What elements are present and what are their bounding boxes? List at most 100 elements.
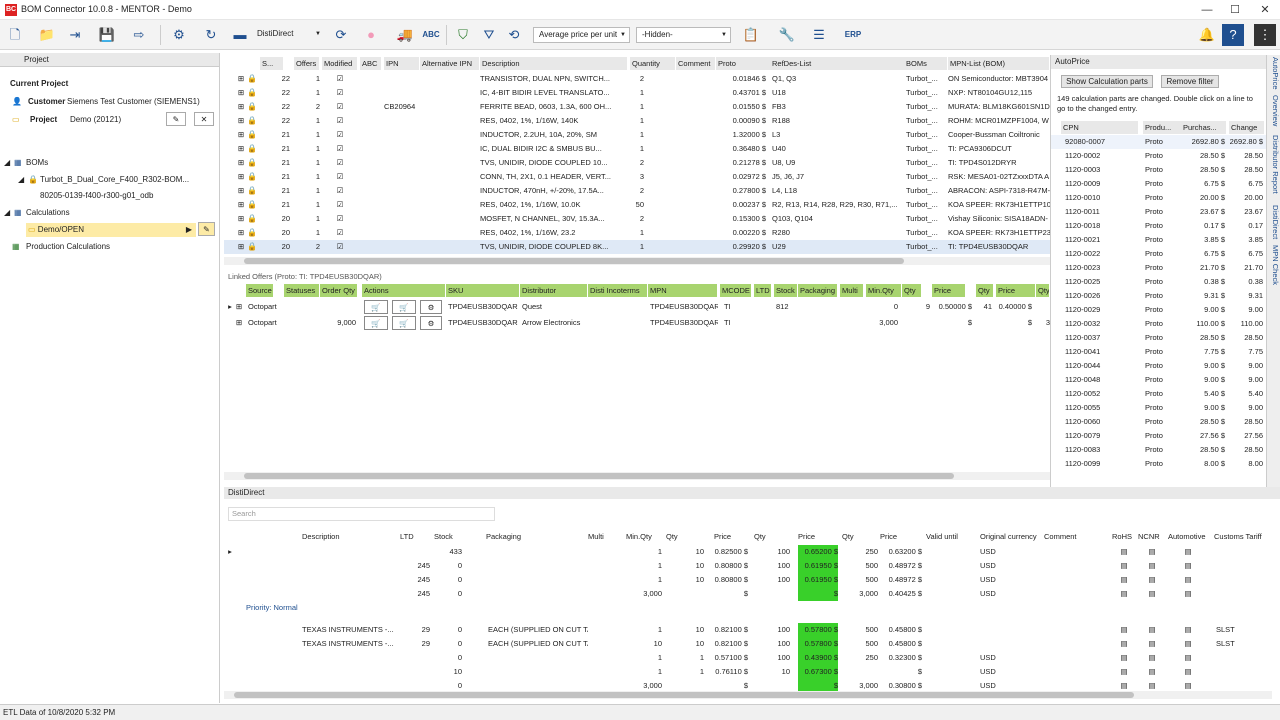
column-header[interactable]: CPN [1061, 121, 1139, 134]
expand-icon[interactable]: ⊞ [236, 100, 246, 114]
column-header[interactable]: Qty [842, 531, 860, 543]
column-header[interactable]: Customs Tariff [1214, 531, 1268, 543]
column-header[interactable]: Offers [294, 57, 320, 70]
truck-icon[interactable]: 🚚 [394, 24, 416, 46]
expand-icon[interactable]: ⊞ [236, 226, 246, 240]
export-icon[interactable]: ⇨ [128, 24, 150, 46]
edit-calc-button[interactable]: ✎ [198, 222, 215, 236]
column-header[interactable]: Original currency [980, 531, 1042, 543]
calc-expand-icon[interactable]: ◢ [4, 206, 10, 220]
column-header[interactable]: SKU [446, 284, 520, 297]
close-button[interactable]: ✕ [1250, 2, 1280, 18]
piggy-bank-icon[interactable]: ● [360, 24, 382, 46]
column-header[interactable]: Qty [754, 531, 772, 543]
column-header[interactable]: MPN [648, 284, 718, 297]
column-header[interactable]: Qty [976, 284, 994, 297]
modified-checkbox[interactable]: ☑ [332, 114, 348, 128]
sync-icon[interactable]: ⟳ [330, 24, 352, 46]
modified-checkbox[interactable]: ☑ [332, 184, 348, 198]
modified-checkbox[interactable]: ☑ [332, 198, 348, 212]
column-header[interactable]: Automotive [1168, 531, 1214, 543]
column-header[interactable]: Purchas... [1181, 121, 1227, 134]
column-header[interactable]: Stock [434, 531, 460, 543]
abc-button[interactable]: ABC [420, 24, 442, 46]
side-tab[interactable]: Distributor Report [1268, 135, 1280, 194]
show-calc-parts-button[interactable]: Show Calculation parts [1061, 75, 1153, 88]
price-mode-select[interactable]: Average price per unit ▼ [533, 27, 630, 43]
column-header[interactable]: NCNR [1138, 531, 1164, 543]
notification-icon[interactable]: 🔔 [1196, 24, 1218, 46]
wrench-icon[interactable]: 🔧 [776, 24, 798, 46]
distidirect-scrollbar[interactable] [224, 691, 1272, 699]
column-header[interactable]: Produ... [1143, 121, 1183, 134]
column-header[interactable]: Modified [322, 57, 358, 70]
column-header[interactable]: Qty [1036, 284, 1050, 297]
disti-select[interactable]: DistiDirect ▼ [252, 27, 324, 43]
column-header[interactable]: Price [798, 531, 824, 543]
column-header[interactable]: Min.Qty [626, 531, 662, 543]
column-header[interactable]: Distributor [520, 284, 588, 297]
expand-icon[interactable]: ⊞ [236, 184, 246, 198]
column-header[interactable]: ABC [360, 57, 382, 70]
column-header[interactable]: Multi [588, 531, 612, 543]
column-header[interactable]: Packaging [486, 531, 586, 543]
erp-button[interactable]: ERP [842, 24, 864, 46]
column-header[interactable]: Price [714, 531, 744, 543]
menu-icon[interactable]: ⋮ [1254, 24, 1276, 46]
column-header[interactable]: BOMs [904, 57, 948, 70]
expand-icon[interactable]: ⊞ [236, 86, 246, 100]
column-header[interactable]: Price [996, 284, 1036, 297]
column-header[interactable]: Qty [902, 284, 922, 297]
help-icon[interactable]: ? [1222, 24, 1244, 46]
column-header[interactable]: Change [1229, 121, 1265, 134]
maximize-button[interactable]: ☐ [1220, 2, 1250, 18]
modified-checkbox[interactable]: ☑ [332, 100, 348, 114]
filter-clear-icon[interactable]: ⛛ [478, 24, 500, 46]
column-header[interactable]: Statuses [284, 284, 320, 297]
bom-expand-icon[interactable]: ◢ [18, 173, 24, 187]
boms-expand-icon[interactable]: ◢ [4, 156, 10, 170]
column-header[interactable]: Valid until [926, 531, 962, 543]
modified-checkbox[interactable]: ☑ [332, 212, 348, 226]
column-header[interactable]: MPN-List (BOM) [948, 57, 1050, 70]
column-header[interactable]: Multi [840, 284, 864, 297]
column-header[interactable]: IPN [384, 57, 420, 70]
calc-item-selected[interactable]: ▭ Demo/OPEN ▶ [26, 223, 196, 237]
column-header[interactable]: S... [260, 57, 284, 70]
column-header[interactable]: MCODE [720, 284, 752, 297]
side-tab[interactable]: AutoPrice [1268, 57, 1280, 90]
offers-scrollbar[interactable] [224, 472, 1050, 480]
column-header[interactable]: Quantity [630, 57, 676, 70]
clipboard-icon[interactable]: 📋 [740, 24, 762, 46]
expand-icon[interactable]: ⊞ [236, 72, 246, 86]
column-header[interactable]: RoHS [1112, 531, 1134, 543]
column-header[interactable]: LTD [400, 531, 424, 543]
bom-sub-item[interactable]: 80205-0139-f400-r300-g01_odb [40, 189, 153, 203]
side-tab[interactable]: MPN Check [1268, 245, 1280, 285]
database-icon[interactable]: ☰ [808, 24, 830, 46]
open-folder-icon[interactable]: 📁 [36, 24, 58, 46]
side-tab[interactable]: DistiDirect [1268, 205, 1280, 239]
column-header[interactable]: Description [302, 531, 398, 543]
import-icon[interactable]: ⇥ [64, 24, 86, 46]
column-header[interactable]: RefDes-List [770, 57, 908, 70]
column-header[interactable]: Stock [774, 284, 798, 297]
tools-icon[interactable]: ⚙ [168, 24, 190, 46]
settings-icon[interactable]: ⚙ [420, 300, 442, 314]
modified-checkbox[interactable]: ☑ [332, 240, 348, 254]
expand-icon[interactable]: ⊞ [234, 316, 244, 330]
edit-project-button[interactable]: ✎ [166, 112, 186, 126]
column-header[interactable]: Price [880, 531, 916, 543]
cart-icon[interactable]: 🛒 [364, 316, 388, 330]
expand-icon[interactable]: ⊞ [234, 300, 244, 314]
expand-icon[interactable]: ⊞ [236, 198, 246, 212]
column-header[interactable]: LTD [754, 284, 772, 297]
clear-project-button[interactable]: ✕ [194, 112, 214, 126]
expand-icon[interactable]: ⊞ [236, 170, 246, 184]
column-header[interactable]: Packaging [798, 284, 838, 297]
side-tab[interactable]: Overview [1268, 95, 1280, 126]
column-header[interactable]: Qty [666, 531, 684, 543]
column-header[interactable]: Description [480, 57, 628, 70]
modified-checkbox[interactable]: ☑ [332, 226, 348, 240]
modified-checkbox[interactable]: ☑ [332, 156, 348, 170]
